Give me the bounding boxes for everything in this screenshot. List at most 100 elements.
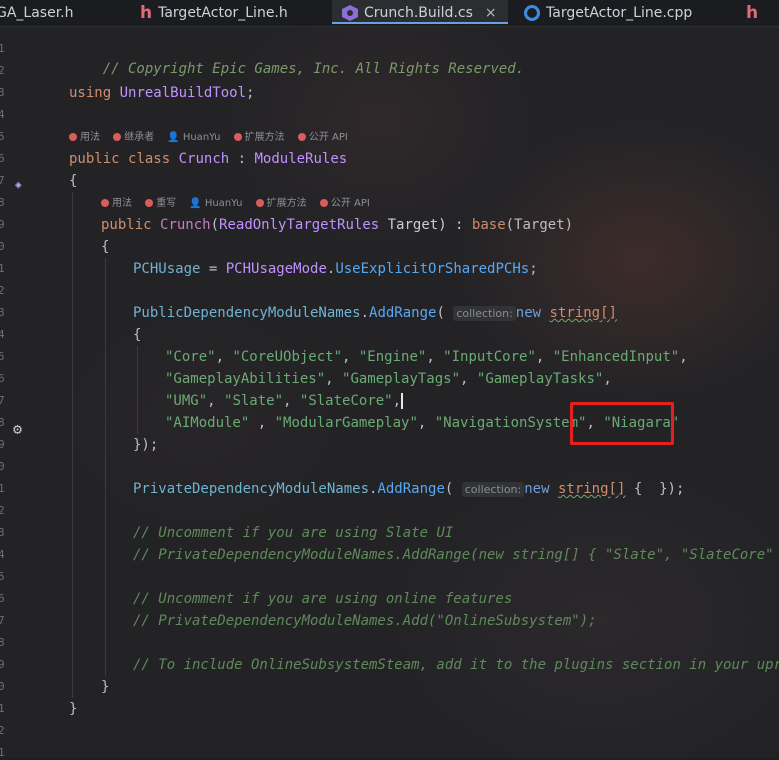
string-literal: "InputCore" [443,349,536,365]
class-name: Crunch [178,151,230,167]
code-line: // PrivateDependencyModuleNames.Add("Onl… [133,611,597,631]
usage-icon [69,132,77,141]
extension-icon [233,132,242,141]
code-line: "GameplayAbilities", "GameplayTags", "Ga… [165,371,612,387]
punctuation: = [200,261,226,277]
comment: // PrivateDependencyModuleNames.Add("Onl… [133,613,597,629]
extension-icon [255,198,264,207]
punctuation: ; [529,261,538,277]
constructor-name: Crunch [160,217,211,233]
punctuation: } [69,701,78,717]
property-name: PCHUsage [133,261,201,277]
code-line: "Core", "CoreUObject", "Engine", "InputC… [165,349,688,365]
namespace-name: UnrealBuildTool [119,85,247,101]
user-icon: 👤 [189,198,202,209]
punctuation: }); [133,437,159,453]
string-literal: "SlateCore" [299,393,393,409]
inheritors-icon [113,132,122,141]
hint-usages[interactable]: 用法 [80,132,100,143]
string-literal: "Core" [165,349,216,365]
hint-extension[interactable]: 扩展方法 [267,198,307,209]
punctuation: { [101,239,110,255]
method-name: AddRange [369,305,437,321]
public-api-icon [319,198,328,207]
string-literal: "EnhancedInput" [552,349,680,365]
code-line: }); [133,435,158,455]
keyword: base [471,217,506,233]
user-icon: 👤 [167,132,180,143]
hint-extension[interactable]: 扩展方法 [245,132,285,143]
string-literal: "ModularGameplay" [274,415,418,431]
overrides-icon [145,198,154,207]
code-line: // PrivateDependencyModuleNames.AddRange… [133,545,779,565]
code-line: // Copyright Epic Games, Inc. All Rights… [69,39,524,77]
public-api-icon [297,132,306,141]
string-literal: "NavigationSystem" [434,415,587,431]
code-line: // Uncomment if you are using online fea… [133,589,512,609]
keyword: class [128,151,171,167]
enum-name: PCHUsageMode [225,261,327,277]
punctuation: : [229,151,255,167]
code-line: using UnrealBuildTool; [69,83,254,103]
string-literal: "CoreUObject" [232,349,343,365]
method-name: AddRange [377,481,445,497]
comment: // Uncomment if you are using Slate UI [133,525,454,541]
keyword: new [524,481,550,497]
hint-author[interactable]: HuanYu [205,198,243,209]
comment: // Copyright Epic Games, Inc. All Rights… [102,61,525,77]
code-line: "UMG", "Slate", "SlateCore", [165,393,404,409]
keyword: new [515,305,542,321]
property-name: PublicDependencyModuleNames [133,305,361,321]
type-name: string[] [557,481,626,497]
parameter-name-hint: collection: [453,306,516,321]
keyword: using [69,85,112,101]
keyword: public [69,151,120,167]
base-class-name: ModuleRules [254,151,348,167]
string-literal: "Slate" [224,393,284,409]
hint-usages[interactable]: 用法 [112,198,132,209]
punctuation: } [101,679,110,695]
hint-author[interactable]: HuanYu [183,132,221,143]
type-name: string[] [549,305,617,321]
code-line: // Uncomment if you are using Slate UI [133,523,453,543]
parameter-name-hint: collection: [461,482,525,497]
hint-overrides[interactable]: 重写 [156,198,176,209]
type-name: ReadOnlyTargetRules [219,217,380,233]
enum-value: UseExplicitOrSharedPCHs [335,261,530,277]
hint-inheritors[interactable]: 继承者 [124,132,154,143]
code-line: } [69,699,77,719]
code-vision-hint[interactable]: 用法 重写 👤 HuanYu 扩展方法 公开 API [101,196,380,212]
code-line: { [133,325,141,345]
code-line: } [101,677,109,697]
code-line: public class Crunch : ModuleRules [69,149,347,169]
punctuation: { [69,173,78,189]
code-line: { [69,171,77,191]
red-highlight-box [570,402,674,445]
property-name: PrivateDependencyModuleNames [133,481,370,497]
keyword: public [101,217,152,233]
comment: // To include OnlineSubsystemSteam, add … [133,657,779,673]
parameter: Target) : [379,217,472,233]
punctuation: { }); [625,481,685,497]
text-caret [401,393,404,409]
string-literal: "UMG" [165,393,208,409]
code-editor[interactable]: // Copyright Epic Games, Inc. All Rights… [0,0,779,758]
punctuation: { [133,327,142,343]
code-line: PCHUsage = PCHUsageMode.UseExplicitOrSha… [133,261,538,277]
hint-public-api[interactable]: 公开 API [309,132,348,143]
punctuation: ; [246,85,255,101]
code-line: // To include OnlineSubsystemSteam, add … [133,655,779,675]
code-line: PublicDependencyModuleNames.AddRange( co… [133,305,617,321]
comment: // PrivateDependencyModuleNames.AddRange… [133,547,779,563]
code-vision-hint[interactable]: 用法 继承者 👤 HuanYu 扩展方法 公开 API [69,130,358,146]
comment: // Uncomment if you are using online fea… [133,591,513,607]
usage-icon [101,198,109,207]
code-line: PrivateDependencyModuleNames.AddRange( c… [133,481,685,497]
string-literal: "Engine" [358,349,427,365]
string-literal: "GameplayTasks" [476,371,604,387]
string-literal: "AIModule" [165,415,250,431]
code-line: { [101,237,109,257]
string-literal: "GameplayTags" [342,371,461,387]
hint-public-api[interactable]: 公开 API [331,198,370,209]
code-line: public Crunch(ReadOnlyTargetRules Target… [101,217,574,233]
